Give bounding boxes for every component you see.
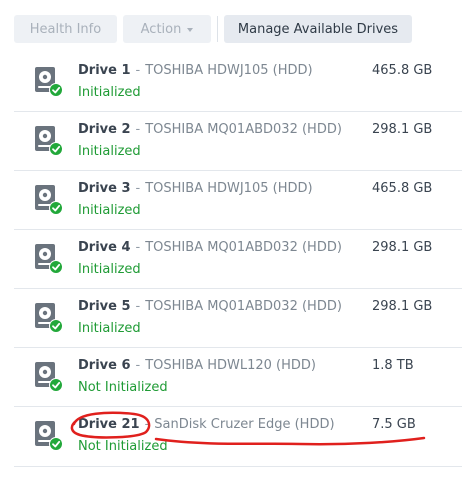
drive-status: Not Initialized (78, 439, 168, 454)
hdd-icon (35, 126, 63, 156)
toolbar-divider (217, 16, 218, 42)
drive-size: 298.1 GB (372, 299, 433, 314)
separator-dash: - (135, 181, 141, 196)
drive-model: TOSHIBA HDWJ105 (HDD) (145, 181, 313, 196)
drive-model: TOSHIBA MQ01ABD032 (HDD) (145, 240, 342, 255)
separator-dash: - (135, 358, 141, 373)
drive-row-2[interactable]: Drive 2- TOSHIBA MQ01ABD032 (HDD) Initial… (14, 112, 462, 171)
action-label: Action (140, 21, 182, 37)
drive-size: 298.1 GB (372, 240, 433, 255)
drive-row-1[interactable]: Drive 1- TOSHIBA HDWJ105 (HDD) Initialize… (14, 53, 462, 112)
drive-status: Initialized (78, 144, 141, 159)
drive-row-5[interactable]: Drive 5- TOSHIBA MQ01ABD032 (HDD) Initial… (14, 289, 462, 348)
manage-drives-label: Manage Available Drives (237, 21, 399, 37)
drive-model: TOSHIBA MQ01ABD032 (HDD) (145, 299, 342, 314)
hdd-icon (35, 67, 63, 97)
drive-status: Initialized (78, 203, 141, 218)
drive-name: Drive 5 (78, 299, 131, 314)
drive-model: TOSHIBA HDWL120 (HDD) (145, 358, 316, 373)
drive-size: 465.8 GB (372, 63, 433, 78)
hdd-icon (35, 244, 63, 274)
separator-dash: - (135, 63, 141, 78)
drive-name: Drive 2 (78, 122, 131, 137)
status-check-badge (50, 320, 62, 332)
toolbar: Health Info Action Manage Available Driv… (14, 15, 412, 43)
health-info-button[interactable]: Health Info (14, 15, 117, 43)
hdd-icon (35, 303, 63, 333)
drive-name: Drive 3 (78, 181, 131, 196)
drive-row-3[interactable]: Drive 3- TOSHIBA HDWJ105 (HDD) Initialize… (14, 171, 462, 230)
status-check-badge (50, 379, 62, 391)
drive-row-4[interactable]: Drive 4- TOSHIBA MQ01ABD032 (HDD) Initial… (14, 230, 462, 289)
separator-dash: - (135, 122, 141, 137)
drive-model: SanDisk Cruzer Edge (HDD) (154, 417, 335, 432)
drive-list: Drive 1- TOSHIBA HDWJ105 (HDD) Initialize… (14, 53, 462, 467)
status-check-badge (50, 261, 62, 273)
status-check-badge (50, 143, 62, 155)
drive-size: 465.8 GB (372, 181, 433, 196)
hdd-icon (35, 421, 63, 451)
separator-dash: - (135, 299, 141, 314)
drive-name: Drive 4 (78, 240, 131, 255)
drive-size: 298.1 GB (372, 122, 433, 137)
drive-name: Drive 6 (78, 358, 131, 373)
drive-name: Drive 21 (78, 417, 140, 432)
chevron-down-icon (187, 27, 194, 32)
status-check-badge (50, 438, 62, 450)
drive-status: Initialized (78, 85, 141, 100)
drive-status: Initialized (78, 262, 141, 277)
drive-model: TOSHIBA MQ01ABD032 (HDD) (145, 122, 342, 137)
drive-size: 1.8 TB (372, 358, 414, 373)
drive-status: Not Initialized (78, 380, 168, 395)
separator-dash: - (135, 240, 141, 255)
drive-size: 7.5 GB (372, 417, 416, 432)
health-info-label: Health Info (29, 21, 102, 37)
action-dropdown-button[interactable]: Action (123, 15, 211, 43)
drive-model: TOSHIBA HDWJ105 (HDD) (145, 63, 313, 78)
hdd-icon (35, 362, 63, 392)
hdd-icon (35, 185, 63, 215)
drive-row-7[interactable]: Drive 21- SanDisk Cruzer Edge (HDD) Not I… (14, 407, 462, 467)
drive-row-6[interactable]: Drive 6- TOSHIBA HDWL120 (HDD) Not Initia… (14, 348, 462, 407)
status-check-badge (50, 202, 62, 214)
drive-name: Drive 1 (78, 63, 131, 78)
manage-available-drives-button[interactable]: Manage Available Drives (224, 15, 412, 43)
drive-status: Initialized (78, 321, 141, 336)
status-check-badge (50, 84, 62, 96)
separator-dash: - (144, 417, 150, 432)
